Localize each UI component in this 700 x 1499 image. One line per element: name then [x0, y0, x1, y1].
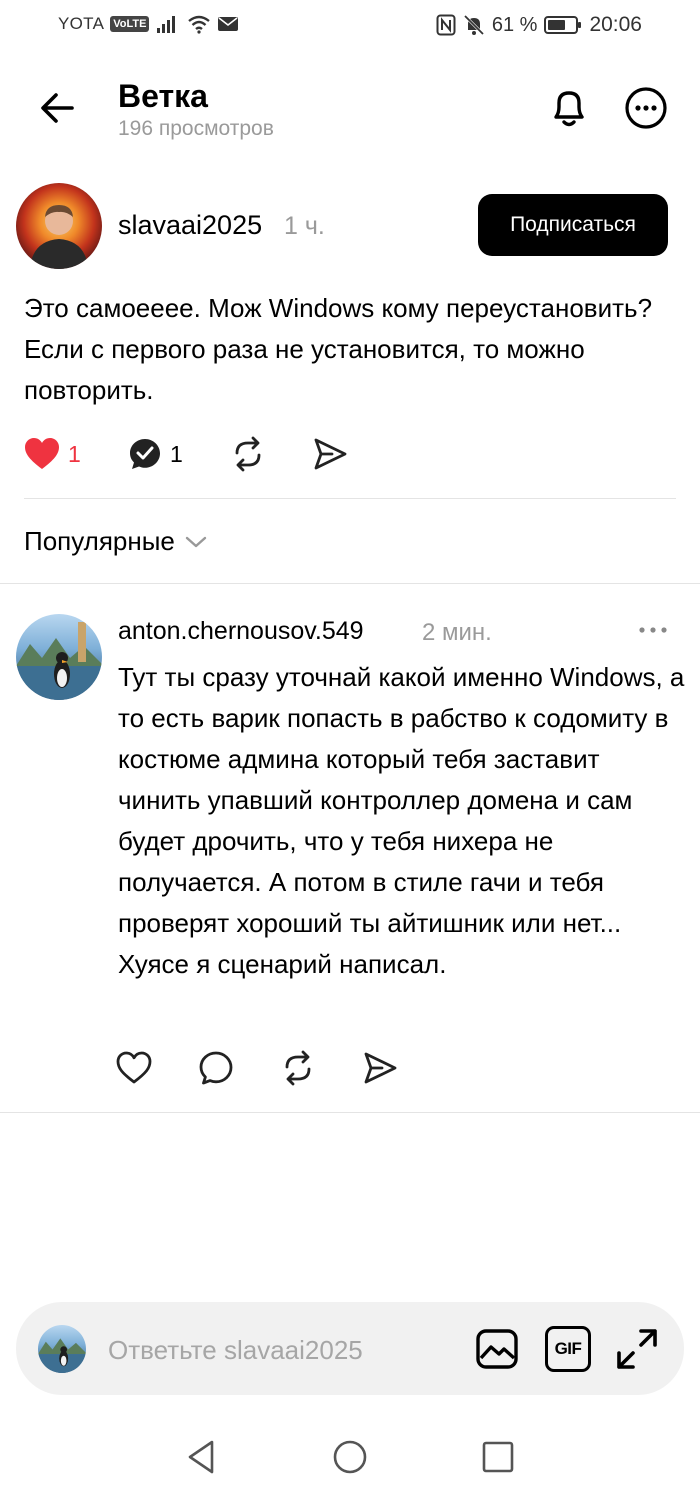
wifi-icon — [188, 15, 211, 34]
comment-time: 2 мин. — [422, 619, 492, 646]
repost-icon[interactable] — [280, 1050, 316, 1086]
clock: 20:06 — [589, 13, 642, 36]
heart-icon — [25, 438, 59, 469]
page-title: Ветка — [118, 78, 208, 114]
divider — [0, 583, 700, 584]
repost-icon[interactable] — [230, 436, 266, 472]
carrier-label: YOTA — [58, 14, 105, 33]
avatar — [38, 1325, 86, 1373]
nav-home-icon[interactable] — [330, 1437, 370, 1477]
image-icon[interactable] — [474, 1326, 520, 1372]
battery-percent: 61 % — [491, 13, 538, 36]
status-bar: YOTA VoLTE 61 % 20:06 — [0, 0, 700, 56]
divider — [0, 1112, 700, 1113]
reply-count: 1 — [170, 440, 183, 467]
avatar[interactable] — [16, 614, 102, 700]
battery-icon — [544, 16, 582, 34]
nav-back-icon[interactable] — [182, 1437, 222, 1477]
avatar-penguin — [16, 622, 102, 700]
signal-icon — [157, 16, 176, 33]
comment-icon[interactable] — [198, 1050, 234, 1086]
share-icon[interactable] — [362, 1050, 398, 1086]
avatar-penguin — [38, 1338, 86, 1373]
back-arrow-icon[interactable] — [36, 86, 80, 130]
comment-icon — [130, 439, 160, 469]
bell-icon[interactable] — [545, 84, 593, 132]
post-text: Это самоееее. Мож Windows кому переустан… — [24, 293, 653, 405]
thread-header: Ветка 196 просмотров — [0, 60, 700, 160]
post-time: 1 ч. — [284, 212, 325, 240]
share-icon[interactable] — [312, 436, 348, 472]
post-author[interactable]: slavaai2025 — [118, 210, 262, 241]
mail-icon — [218, 17, 239, 31]
heart-icon[interactable] — [116, 1051, 152, 1085]
views-count: 196 просмотров — [118, 117, 274, 140]
avatar-portrait — [30, 205, 88, 269]
more-icon[interactable] — [622, 84, 670, 132]
comment-text: Тут ты сразу уточнай какой именно Window… — [118, 662, 685, 979]
reply-input[interactable] — [108, 1330, 448, 1370]
like-count: 1 — [68, 440, 81, 467]
chevron-down-icon — [185, 536, 207, 547]
replies-button[interactable]: 1 — [128, 437, 183, 471]
nav-recents-icon[interactable] — [478, 1437, 518, 1477]
mute-bell-icon — [463, 14, 484, 36]
expand-icon[interactable] — [614, 1326, 660, 1372]
nfc-icon — [436, 14, 456, 36]
follow-button[interactable]: Подписаться — [478, 194, 668, 256]
more-icon[interactable] — [636, 620, 670, 640]
comment-author[interactable]: anton.chernousov.549 — [118, 617, 364, 646]
like-button[interactable]: 1 — [24, 437, 81, 471]
sort-label: Популярные — [24, 526, 175, 556]
gif-icon[interactable]: GIF — [545, 1326, 591, 1372]
sort-selector[interactable]: Популярные — [24, 526, 207, 557]
divider — [24, 498, 676, 499]
volte-badge: VoLTE — [110, 16, 150, 32]
avatar[interactable] — [16, 183, 102, 269]
